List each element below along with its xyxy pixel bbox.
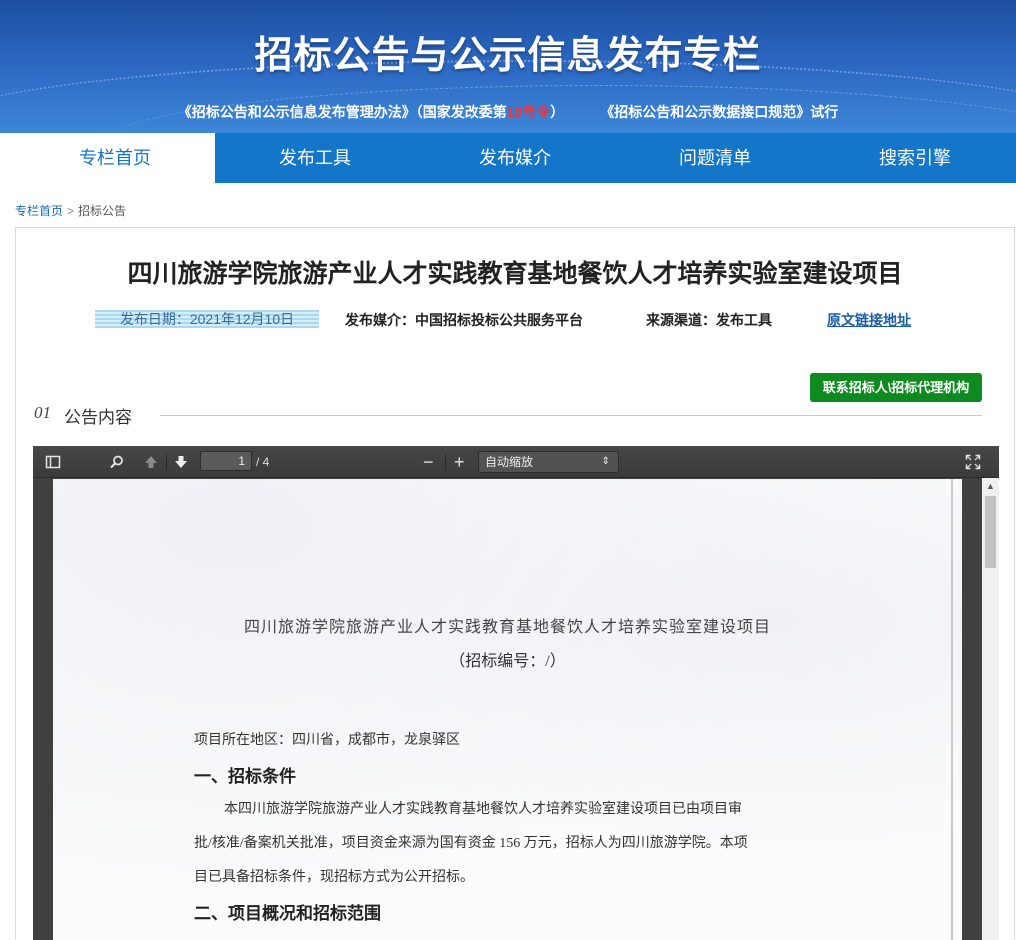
zoom-out-button[interactable]: − bbox=[423, 446, 434, 478]
zoom-in-button[interactable]: + bbox=[454, 446, 465, 478]
site-title: 招标公告与公示信息发布专栏 bbox=[254, 35, 762, 77]
header-banner: 招标公告与公示信息发布专栏 《招标公告和公示信息发布管理办法》（国家发改委第10… bbox=[0, 0, 1016, 133]
next-page-icon[interactable] bbox=[173, 446, 189, 478]
scroll-thumb[interactable] bbox=[985, 496, 996, 568]
nav-item-publish-tools[interactable]: 发布工具 bbox=[215, 133, 415, 183]
zoom-value: 自动缩放 bbox=[485, 455, 534, 469]
breadcrumb-current: 招标公告 bbox=[78, 204, 127, 218]
select-arrows-icon: ⇕ bbox=[601, 456, 610, 467]
sidebar-toggle-icon[interactable] bbox=[45, 446, 61, 478]
regulation-text-end: ） bbox=[550, 104, 565, 120]
pdf-heading-project-overview: 二、项目概况和招标范围 bbox=[194, 904, 381, 923]
pdf-toolbar: 1 / 4 − + 自动缩放 ⇕ bbox=[33, 446, 999, 478]
main-nav: 专栏首页 发布工具 发布媒介 问题清单 搜索引擎 bbox=[15, 133, 1016, 183]
search-icon[interactable] bbox=[109, 446, 125, 478]
banner-subtitle: 《招标公告和公示信息发布管理办法》（国家发改委第10号令） 《招标公告和公示数据接… bbox=[0, 102, 1016, 122]
original-link[interactable]: 原文链接地址 bbox=[827, 310, 911, 330]
interface-spec-text: 《招标公告和公示数据接口规范》试行 bbox=[600, 104, 839, 120]
page-number-input[interactable]: 1 bbox=[200, 451, 252, 471]
notice-title: 四川旅游学院旅游产业人才实践教育基地餐饮人才培养实验室建设项目 bbox=[127, 260, 903, 288]
source-channel: 来源渠道：发布工具 bbox=[646, 312, 772, 328]
fullscreen-icon[interactable] bbox=[965, 446, 981, 478]
notice-container: 四川旅游学院旅游产业人才实践教育基地餐饮人才培养实验室建设项目 发布日期：202… bbox=[15, 227, 1015, 940]
pdf-paragraph-line: 批/核准/备案机关批准，项目资金来源为国有资金 156 万元，招标人为四川旅游学… bbox=[194, 836, 748, 851]
pdf-document-title: 四川旅游学院旅游产业人才实践教育基地餐饮人才培养实验室建设项目 bbox=[243, 619, 771, 636]
section-divider bbox=[160, 415, 982, 416]
regulation-number: 10号令 bbox=[506, 104, 551, 120]
scroll-up-icon[interactable]: ▲ bbox=[982, 478, 999, 494]
nav-item-search[interactable]: 搜索引擎 bbox=[815, 133, 1015, 183]
publish-date: 发布日期：2021年12月10日 bbox=[95, 310, 319, 328]
section-number: 01 bbox=[34, 403, 51, 422]
contact-tenderer-button[interactable]: 联系招标人\招标代理机构 bbox=[810, 373, 982, 402]
regulation-text: 《招标公告和公示信息发布管理办法》（国家发改委第 bbox=[177, 104, 507, 120]
nav-item-faq[interactable]: 问题清单 bbox=[615, 133, 815, 183]
pdf-viewer: 1 / 4 − + 自动缩放 ⇕ 四川旅游学院旅游产业人才实践教育基地餐饮人才培… bbox=[33, 446, 999, 940]
previous-page-icon[interactable] bbox=[143, 446, 159, 478]
pdf-paragraph-line: 本四川旅游学院旅游产业人才实践教育基地餐饮人才培养实验室建设项目已由项目审 bbox=[224, 802, 742, 817]
section-label: 公告内容 bbox=[64, 408, 132, 427]
breadcrumb-separator: > bbox=[67, 204, 75, 218]
nav-item-home[interactable]: 专栏首页 bbox=[15, 133, 215, 183]
nav-item-publish-media[interactable]: 发布媒介 bbox=[415, 133, 615, 183]
page-total: / 4 bbox=[256, 455, 270, 469]
zoom-select[interactable]: 自动缩放 ⇕ bbox=[478, 451, 619, 473]
breadcrumb-home[interactable]: 专栏首页 bbox=[15, 204, 63, 218]
pdf-scrollbar[interactable]: ▲ bbox=[982, 478, 999, 940]
publish-media: 发布媒介：中国招标投标公共服务平台 bbox=[345, 312, 583, 328]
pdf-heading-tender-conditions: 一、招标条件 bbox=[194, 767, 296, 786]
breadcrumb: 专栏首页 > 招标公告 bbox=[15, 202, 126, 219]
pdf-project-location: 项目所在地区：四川省，成都市，龙泉驿区 bbox=[194, 733, 460, 748]
pdf-tender-code: （招标编号：/） bbox=[449, 653, 566, 670]
pdf-page: 四川旅游学院旅游产业人才实践教育基地餐饮人才培养实验室建设项目 （招标编号：/）… bbox=[53, 479, 962, 940]
pdf-paragraph-line: 目已具备招标条件，现招标方式为公开招标。 bbox=[194, 870, 474, 885]
section-header: 01 公告内容 bbox=[34, 403, 982, 427]
